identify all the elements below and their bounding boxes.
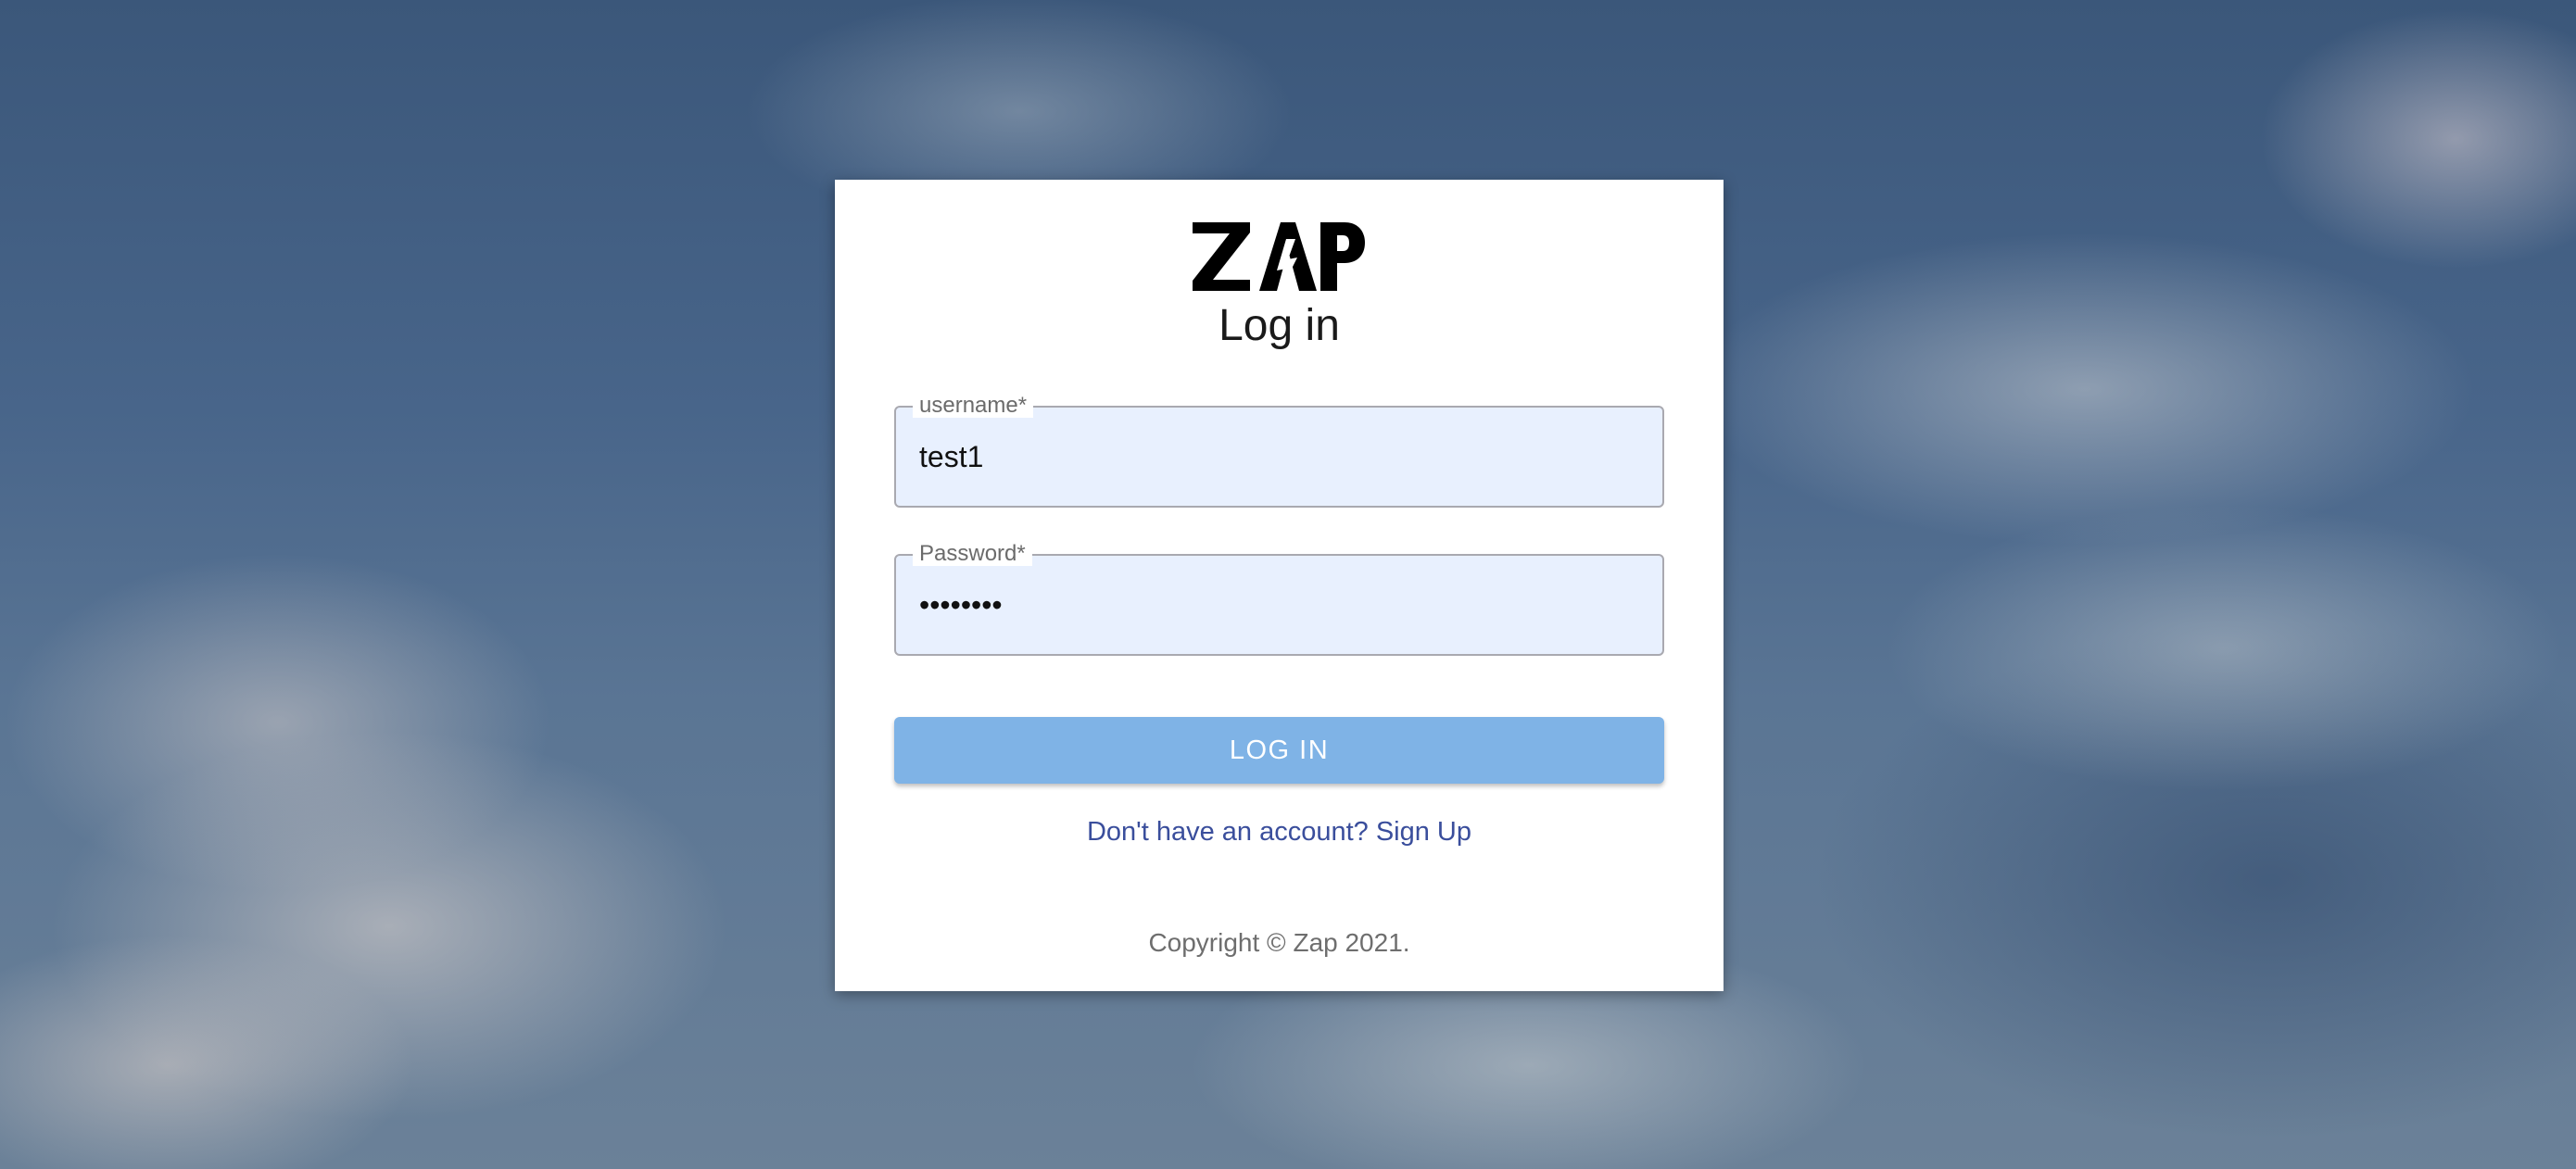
username-input[interactable]: [894, 406, 1664, 508]
signup-link[interactable]: Don't have an account? Sign Up: [835, 813, 1724, 850]
login-button[interactable]: LOG IN: [894, 717, 1664, 784]
username-field[interactable]: username* test1: [894, 394, 1664, 508]
password-input[interactable]: [894, 554, 1664, 656]
zap-logo: [1193, 222, 1365, 291]
login-card: Log in username* test1 Password* •••••••…: [835, 180, 1724, 991]
password-value: ••••••••: [919, 588, 1003, 622]
page-title: Log in: [1219, 301, 1340, 350]
required-marker: *: [1017, 541, 1026, 566]
username-value: test1: [919, 440, 984, 473]
password-field[interactable]: Password* ••••••••: [894, 542, 1664, 656]
copyright-text: Copyright © Zap 2021.: [1148, 928, 1410, 957]
required-marker: *: [1017, 393, 1028, 418]
